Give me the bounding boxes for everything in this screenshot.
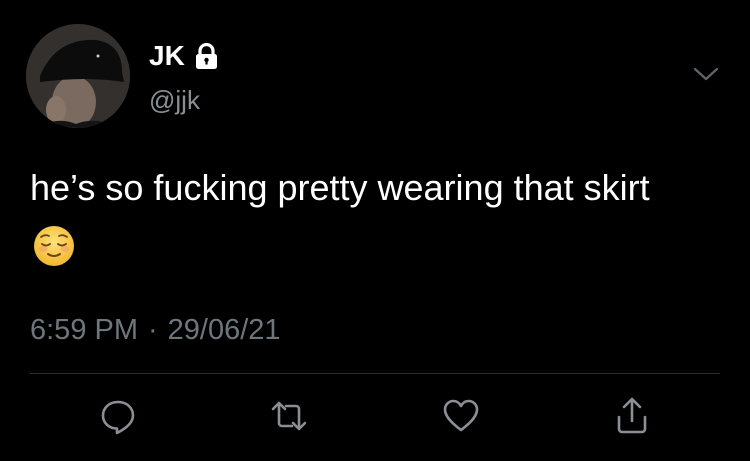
retweet-icon xyxy=(271,401,307,431)
avatar[interactable] xyxy=(26,24,130,128)
author-handle[interactable]: @jjk xyxy=(149,85,200,115)
tweet-text: he’s so fucking pretty wearing that skir… xyxy=(30,167,650,208)
divider xyxy=(30,373,720,374)
relieved-face-emoji xyxy=(33,225,75,267)
tweet-date: 29/06/21 xyxy=(167,314,281,346)
share-button[interactable] xyxy=(612,396,652,436)
like-icon xyxy=(443,399,479,432)
timestamp-separator: · xyxy=(148,314,158,346)
avatar-photo xyxy=(26,24,130,128)
retweet-button[interactable] xyxy=(269,396,309,436)
lock-icon xyxy=(194,42,219,70)
tweet-time: 6:59 PM xyxy=(30,314,138,346)
share-icon xyxy=(617,397,647,434)
tweet-timestamp[interactable]: 6:59 PM · 29/06/21 xyxy=(30,312,281,348)
author-name-row: JK xyxy=(149,40,219,72)
like-button[interactable] xyxy=(441,396,481,436)
reply-icon xyxy=(101,400,135,435)
author-display-name: JK xyxy=(149,40,185,71)
reply-button[interactable] xyxy=(98,396,138,436)
chevron-down-icon[interactable] xyxy=(692,64,720,84)
